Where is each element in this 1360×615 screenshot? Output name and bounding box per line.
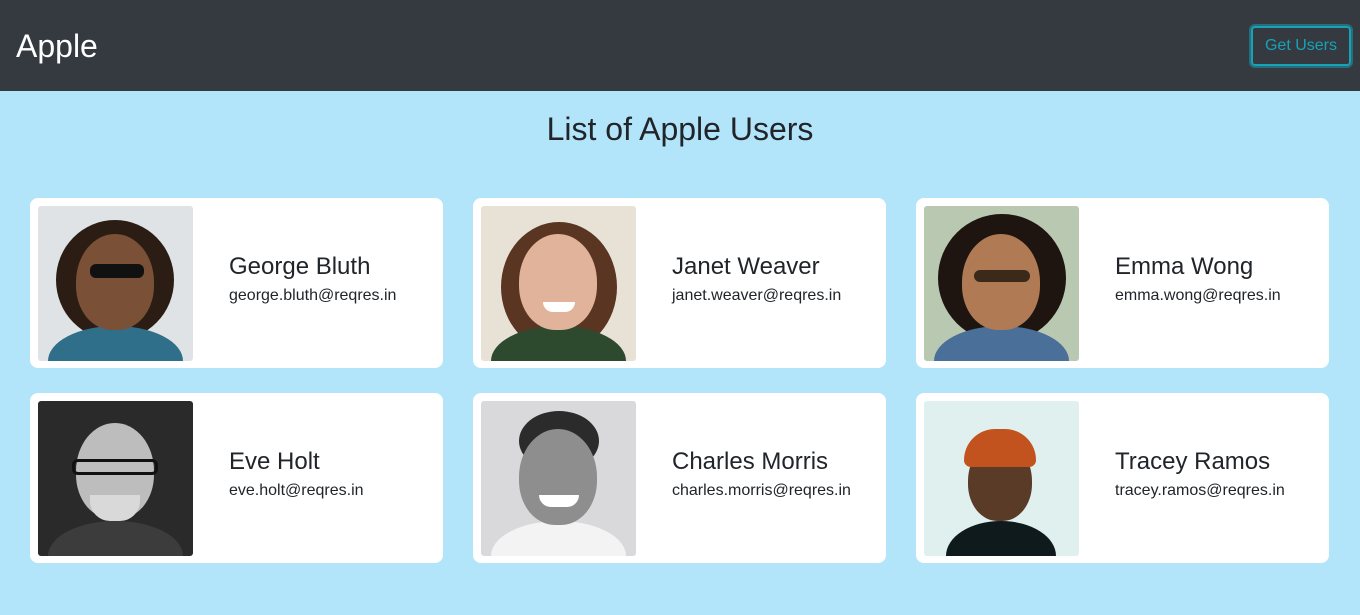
user-email: janet.weaver@reqres.in [672, 287, 842, 304]
user-info: Janet Weaver janet.weaver@reqres.in [672, 253, 841, 305]
user-email: george.bluth@reqres.in [229, 287, 397, 304]
user-card: Charles Morris charles.morris@reqres.in [473, 393, 886, 563]
user-email: emma.wong@reqres.in [1115, 287, 1281, 304]
user-email: charles.morris@reqres.in [672, 482, 851, 499]
brand-title[interactable]: Apple [16, 30, 98, 62]
user-card: Eve Holt eve.holt@reqres.in [30, 393, 443, 563]
user-info: George Bluth george.bluth@reqres.in [229, 253, 396, 305]
user-avatar [38, 205, 193, 361]
user-name: Tracey Ramos [1115, 448, 1271, 475]
user-avatar [924, 205, 1079, 361]
user-name: Emma Wong [1115, 253, 1254, 280]
get-users-button[interactable]: Get Users [1251, 25, 1351, 66]
user-email: tracey.ramos@reqres.in [1115, 482, 1285, 499]
user-grid: George Bluth george.bluth@reqres.in Jane… [0, 198, 1360, 563]
page-title: List of Apple Users [546, 111, 814, 147]
navbar: Apple Get Users [0, 0, 1360, 91]
user-info: Emma Wong emma.wong@reqres.in [1115, 253, 1281, 305]
user-name: Janet Weaver [672, 253, 820, 280]
user-info: Charles Morris charles.morris@reqres.in [672, 448, 851, 500]
user-name: Charles Morris [672, 448, 829, 475]
user-card: George Bluth george.bluth@reqres.in [30, 198, 443, 368]
user-avatar [481, 400, 636, 556]
user-avatar [38, 400, 193, 556]
user-name: Eve Holt [229, 448, 320, 475]
user-avatar [924, 400, 1079, 556]
user-name: George Bluth [229, 253, 371, 280]
user-info: Tracey Ramos tracey.ramos@reqres.in [1115, 448, 1285, 500]
user-avatar [481, 205, 636, 361]
user-info: Eve Holt eve.holt@reqres.in [229, 448, 364, 500]
user-card: Janet Weaver janet.weaver@reqres.in [473, 198, 886, 368]
user-email: eve.holt@reqres.in [229, 482, 364, 499]
user-card: Emma Wong emma.wong@reqres.in [916, 198, 1329, 368]
user-card: Tracey Ramos tracey.ramos@reqres.in [916, 393, 1329, 563]
